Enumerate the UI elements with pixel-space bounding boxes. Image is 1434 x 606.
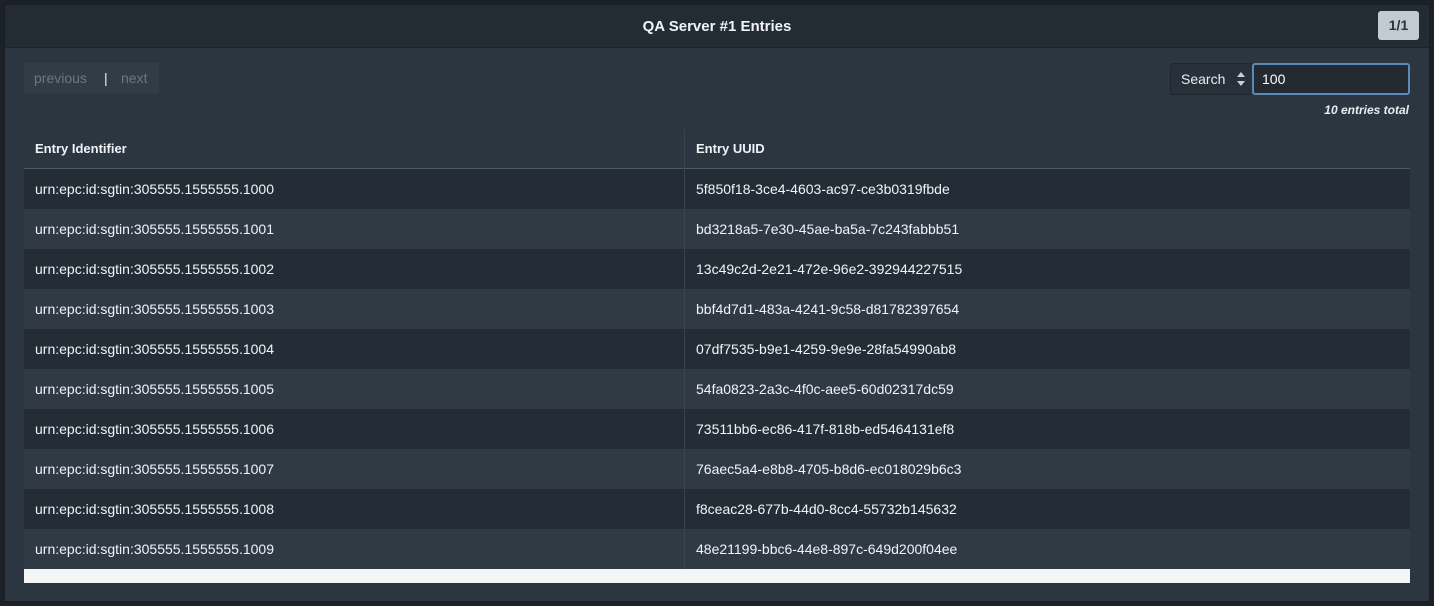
previous-link[interactable]: previous <box>34 63 87 94</box>
entry-uuid-cell: 73511bb6-ec86-417f-818b-ed5464131ef8 <box>684 409 1410 449</box>
entry-uuid-cell: 76aec5a4-e8b8-4705-b8d6-ec018029b6c3 <box>684 449 1410 489</box>
entry-identifier-cell: urn:epc:id:sgtin:305555.1555555.1006 <box>35 421 274 437</box>
page-title: QA Server #1 Entries <box>642 18 792 35</box>
entry-uuid-cell: 48e21199-bbc6-44e8-897c-649d200f04ee <box>684 529 1410 569</box>
horizontal-scrollbar[interactable] <box>24 569 1410 583</box>
table-row[interactable]: urn:epc:id:sgtin:305555.1555555.1008 f8c… <box>24 489 1410 529</box>
entries-table: Entry Identifier Entry UUID urn:epc:id:s… <box>24 129 1410 569</box>
entry-uuid-cell: bd3218a5-7e30-45ae-ba5a-7c243fabbb51 <box>684 209 1410 249</box>
entries-total: 10 entries total <box>1324 103 1409 117</box>
table-row[interactable]: urn:epc:id:sgtin:305555.1555555.1000 5f8… <box>24 169 1410 209</box>
entry-uuid-cell: 54fa0823-2a3c-4f0c-aee5-60d02317dc59 <box>684 369 1410 409</box>
entry-identifier-cell: urn:epc:id:sgtin:305555.1555555.1005 <box>35 381 274 397</box>
entry-uuid-cell: 13c49c2d-2e21-472e-96e2-392944227515 <box>684 249 1410 289</box>
entry-identifier-cell: urn:epc:id:sgtin:305555.1555555.1001 <box>35 221 274 237</box>
entries-panel: QA Server #1 Entries 1/1 previous | next… <box>4 4 1430 602</box>
table-row[interactable]: urn:epc:id:sgtin:305555.1555555.1009 48e… <box>24 529 1410 569</box>
table-row[interactable]: urn:epc:id:sgtin:305555.1555555.1007 76a… <box>24 449 1410 489</box>
entry-uuid-cell: f8ceac28-677b-44d0-8cc4-55732b145632 <box>684 489 1410 529</box>
entry-identifier-cell: urn:epc:id:sgtin:305555.1555555.1009 <box>35 541 274 557</box>
search-mode-label: Search <box>1181 71 1226 87</box>
select-arrows-icon <box>1237 72 1245 86</box>
search-input[interactable] <box>1252 63 1410 95</box>
table-header: Entry Identifier Entry UUID <box>24 129 1410 169</box>
next-link[interactable]: next <box>121 63 147 94</box>
table-row[interactable]: urn:epc:id:sgtin:305555.1555555.1004 07d… <box>24 329 1410 369</box>
table-row[interactable]: urn:epc:id:sgtin:305555.1555555.1001 bd3… <box>24 209 1410 249</box>
page-indicator-badge[interactable]: 1/1 <box>1378 11 1419 40</box>
entry-uuid-cell: bbf4d7d1-483a-4241-9c58-d81782397654 <box>684 289 1410 329</box>
search-mode-select[interactable]: Search <box>1170 63 1252 95</box>
entry-uuid-cell: 07df7535-b9e1-4259-9e9e-28fa54990ab8 <box>684 329 1410 369</box>
entry-identifier-cell: urn:epc:id:sgtin:305555.1555555.1008 <box>35 501 274 517</box>
column-header-entry-identifier[interactable]: Entry Identifier <box>24 129 684 169</box>
panel-header: QA Server #1 Entries 1/1 <box>5 5 1429 48</box>
table-row[interactable]: urn:epc:id:sgtin:305555.1555555.1006 735… <box>24 409 1410 449</box>
column-header-entry-uuid[interactable]: Entry UUID <box>684 129 1410 169</box>
pager-separator: | <box>104 70 108 86</box>
entry-identifier-cell: urn:epc:id:sgtin:305555.1555555.1003 <box>35 301 274 317</box>
table-row[interactable]: urn:epc:id:sgtin:305555.1555555.1003 bbf… <box>24 289 1410 329</box>
table-row[interactable]: urn:epc:id:sgtin:305555.1555555.1002 13c… <box>24 249 1410 289</box>
entry-uuid-cell: 5f850f18-3ce4-4603-ac97-ce3b0319fbde <box>684 169 1410 209</box>
entry-identifier-cell: urn:epc:id:sgtin:305555.1555555.1002 <box>35 261 274 277</box>
entry-identifier-cell: urn:epc:id:sgtin:305555.1555555.1007 <box>35 461 274 477</box>
table-row[interactable]: urn:epc:id:sgtin:305555.1555555.1005 54f… <box>24 369 1410 409</box>
pagination-controls: previous | next <box>24 63 159 94</box>
entry-identifier-cell: urn:epc:id:sgtin:305555.1555555.1004 <box>35 341 274 357</box>
entry-identifier-cell: urn:epc:id:sgtin:305555.1555555.1000 <box>35 181 274 197</box>
